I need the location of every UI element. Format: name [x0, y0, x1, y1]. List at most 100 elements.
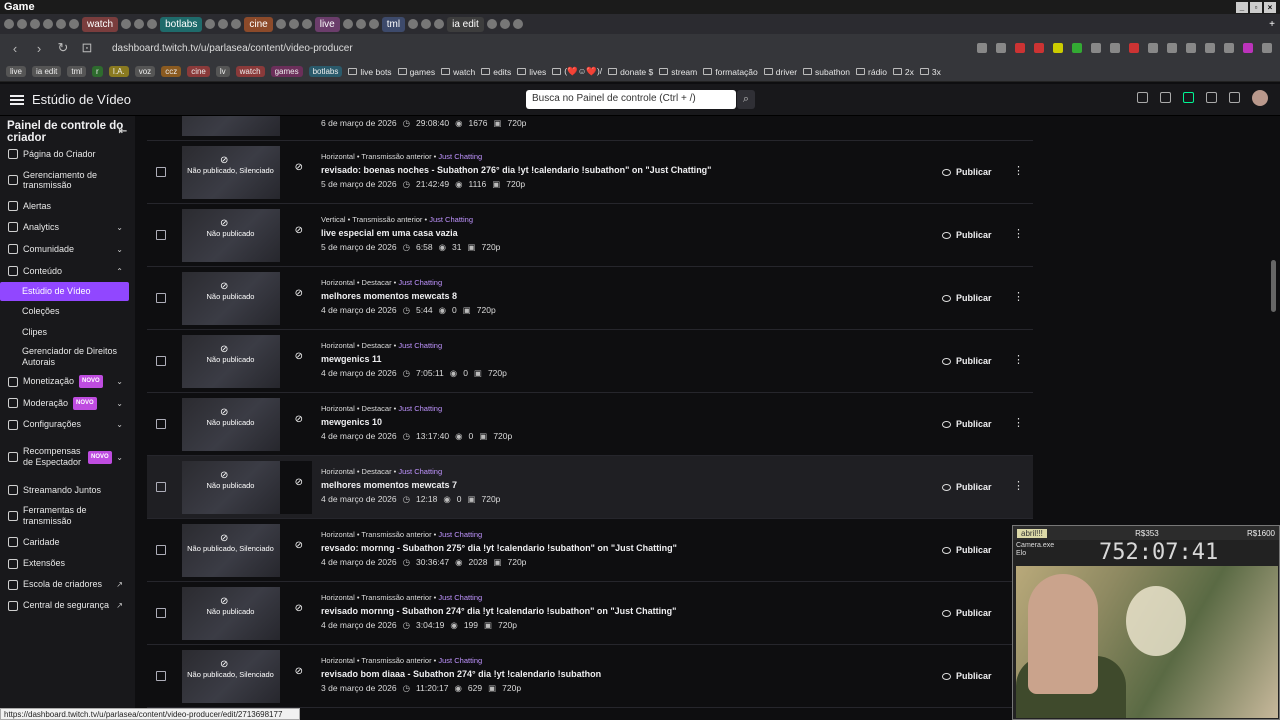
bookmark-chip[interactable]: watch	[235, 66, 265, 77]
tab-favicon-icon[interactable]	[134, 19, 145, 29]
video-thumbnail[interactable]: ⊘ Não publicado ⊘	[182, 209, 312, 262]
publish-button[interactable]: Publicar	[942, 352, 1000, 370]
video-thumbnail[interactable]: ⊘ Não publicado ⊘	[182, 272, 312, 325]
bookmark-folder[interactable]: stream	[659, 67, 697, 77]
video-row[interactable]: ⊘ Não publicado ⊘ Horizontal • Destacar • J…	[147, 330, 1033, 393]
browser-tab[interactable]: tml	[381, 16, 406, 32]
video-row[interactable]: ⊘ Não publicado ⊘ Horizontal • Destacar • J…	[147, 456, 1033, 519]
bookmark-icon[interactable]: ⊡	[80, 40, 94, 56]
video-thumbnail[interactable]: ⊘ Não publicado ⊘	[182, 335, 312, 388]
video-row[interactable]: ⊘Silenciado⊘ 6 de março de 2026 ◷ 29:08:40 ◉…	[147, 116, 1033, 141]
inbox-icon[interactable]	[1206, 92, 1217, 103]
category-link[interactable]: Just Chatting	[438, 656, 482, 665]
minimize-button[interactable]: _	[1236, 1, 1248, 13]
publish-button[interactable]: Publicar	[942, 289, 1000, 307]
browser-tab[interactable]: ia edit	[447, 16, 484, 32]
select-checkbox[interactable]	[156, 167, 166, 177]
video-title[interactable]: revisado bom diaaa - Subathon 274° dia !…	[321, 669, 601, 679]
sidebar-item[interactable]: Caridade	[0, 531, 135, 553]
extension-icon[interactable]	[1148, 43, 1158, 53]
extension-icon[interactable]	[1034, 43, 1044, 53]
tab-favicon-icon[interactable]	[408, 19, 419, 29]
category-link[interactable]: Just Chatting	[429, 215, 473, 224]
video-row[interactable]: ⊘ Não publicado, Silenciado ⊘ Horizontal • …	[147, 141, 1033, 204]
tab-favicon-icon[interactable]	[288, 19, 299, 29]
extension-icon[interactable]	[1053, 43, 1063, 53]
sidebar-subitem[interactable]: Estúdio de Vídeo	[0, 282, 129, 301]
page-scrollbar[interactable]	[1271, 260, 1276, 312]
tab-favicon-icon[interactable]	[56, 19, 66, 29]
sidebar-item[interactable]: Recompensas de Espectador NOVO ⌄	[0, 435, 135, 479]
sidebar-item[interactable]: Ferramentas de transmissão	[0, 501, 135, 531]
video-title[interactable]: live especial em uma casa vazia	[321, 228, 458, 238]
hamburger-menu-icon[interactable]	[10, 94, 24, 105]
sidebar-item[interactable]: Extensões	[0, 553, 135, 574]
video-thumbnail[interactable]: ⊘ Não publicado, Silenciado ⊘	[182, 146, 312, 199]
tab-favicon-icon[interactable]	[121, 19, 132, 29]
stream-tools-icon[interactable]	[1183, 92, 1194, 103]
extension-icon[interactable]	[1186, 43, 1196, 53]
sidebar-item[interactable]: Alertas	[0, 196, 135, 216]
bookmark-chip[interactable]: voz	[134, 66, 156, 77]
tab-favicon-icon[interactable]	[512, 19, 523, 29]
sidebar-item[interactable]: Streamando Juntos	[0, 479, 135, 501]
sidebar-subitem[interactable]: Gerenciador de Direitos Autorais	[0, 343, 135, 371]
video-title[interactable]: mewgenics 10	[321, 417, 382, 427]
search-input[interactable]: Busca no Painel de controle (Ctrl + /)	[526, 90, 736, 109]
video-row[interactable]: ⊘ Não publicado, Silenciado ⊘ Horizontal • …	[147, 519, 1033, 582]
tab-favicon-icon[interactable]	[301, 19, 312, 29]
close-window-button[interactable]: ×	[1264, 1, 1276, 13]
video-title[interactable]: melhores momentos mewcats 8	[321, 291, 457, 301]
new-tab-icon[interactable]: +	[1264, 17, 1280, 32]
video-title[interactable]: revisado: boenas noches - Subathon 276° …	[321, 165, 711, 175]
bookmark-folder[interactable]: games	[397, 67, 435, 77]
video-row[interactable]: ⊘ Não publicado ⊘ Horizontal • Transmissão …	[147, 582, 1033, 645]
video-thumbnail[interactable]: ⊘ Não publicado ⊘	[182, 398, 312, 451]
menu-dots-icon[interactable]	[1262, 43, 1272, 53]
extension-icon[interactable]	[1110, 43, 1120, 53]
select-checkbox[interactable]	[156, 419, 166, 429]
sidebar-item[interactable]: Gerenciamento de transmissão	[0, 164, 135, 196]
bookmark-folder[interactable]: 2x	[892, 67, 914, 77]
video-title[interactable]: melhores momentos mewcats 7	[321, 480, 457, 490]
video-row[interactable]: ⊘ Não publicado ⊘ Horizontal • Destacar • J…	[147, 267, 1033, 330]
category-link[interactable]: Just Chatting	[438, 593, 482, 602]
tab-favicon-icon[interactable]	[486, 19, 497, 29]
help-icon[interactable]	[1160, 92, 1171, 103]
video-title[interactable]: mewgenics 11	[321, 354, 382, 364]
video-row[interactable]: ⊘ Não publicado ⊘ Vertical • Transmissão an…	[147, 204, 1033, 267]
browser-tab[interactable]: watch	[82, 16, 119, 32]
bookmark-folder[interactable]: (❤️☺❤️)/	[552, 66, 602, 77]
select-checkbox[interactable]	[156, 230, 166, 240]
sidebar-item[interactable]: Moderação NOVO ⌄	[0, 392, 135, 414]
sidebar-item[interactable]: Conteúdo ⌃	[0, 260, 135, 282]
more-options-icon[interactable]: ⋮	[1013, 227, 1024, 240]
publish-button[interactable]: Publicar	[942, 541, 1000, 559]
extension-icon[interactable]	[1205, 43, 1215, 53]
extension-icon[interactable]	[1072, 43, 1082, 53]
tab-favicon-icon[interactable]	[368, 19, 379, 29]
extension-icon[interactable]	[1224, 43, 1234, 53]
tab-favicon-icon[interactable]	[69, 19, 79, 29]
forward-icon[interactable]: ›	[32, 41, 46, 56]
back-icon[interactable]: ‹	[8, 41, 22, 56]
bookmark-chip[interactable]: r	[92, 66, 103, 77]
avatar[interactable]	[1252, 90, 1268, 106]
publish-button[interactable]: Publicar	[942, 163, 1000, 181]
more-options-icon[interactable]: ⋮	[1013, 290, 1024, 303]
video-thumbnail[interactable]: ⊘ Não publicado, Silenciado ⊘	[182, 650, 312, 703]
sidebar-subitem[interactable]: Clipes	[0, 322, 135, 343]
video-title[interactable]: revisado mornng - Subathon 274° dia !yt …	[321, 606, 676, 616]
video-title[interactable]: revsado: mornng - Subathon 275° dia !yt …	[321, 543, 677, 553]
video-thumbnail[interactable]: ⊘Silenciado⊘	[182, 116, 312, 136]
select-checkbox[interactable]	[156, 545, 166, 555]
tab-favicon-icon[interactable]	[421, 19, 432, 29]
extension-icon[interactable]	[1129, 43, 1139, 53]
bookmark-chip[interactable]: ia edit	[32, 66, 62, 77]
category-link[interactable]: Just Chatting	[438, 152, 482, 161]
category-link[interactable]: Just Chatting	[398, 467, 442, 476]
video-thumbnail[interactable]: ⊘ Não publicado, Silenciado ⊘	[182, 524, 312, 577]
notifications-icon[interactable]	[1137, 92, 1148, 103]
sidebar-subitem[interactable]: Coleções	[0, 301, 135, 322]
sidebar-item[interactable]: Monetização NOVO ⌄	[0, 371, 135, 392]
